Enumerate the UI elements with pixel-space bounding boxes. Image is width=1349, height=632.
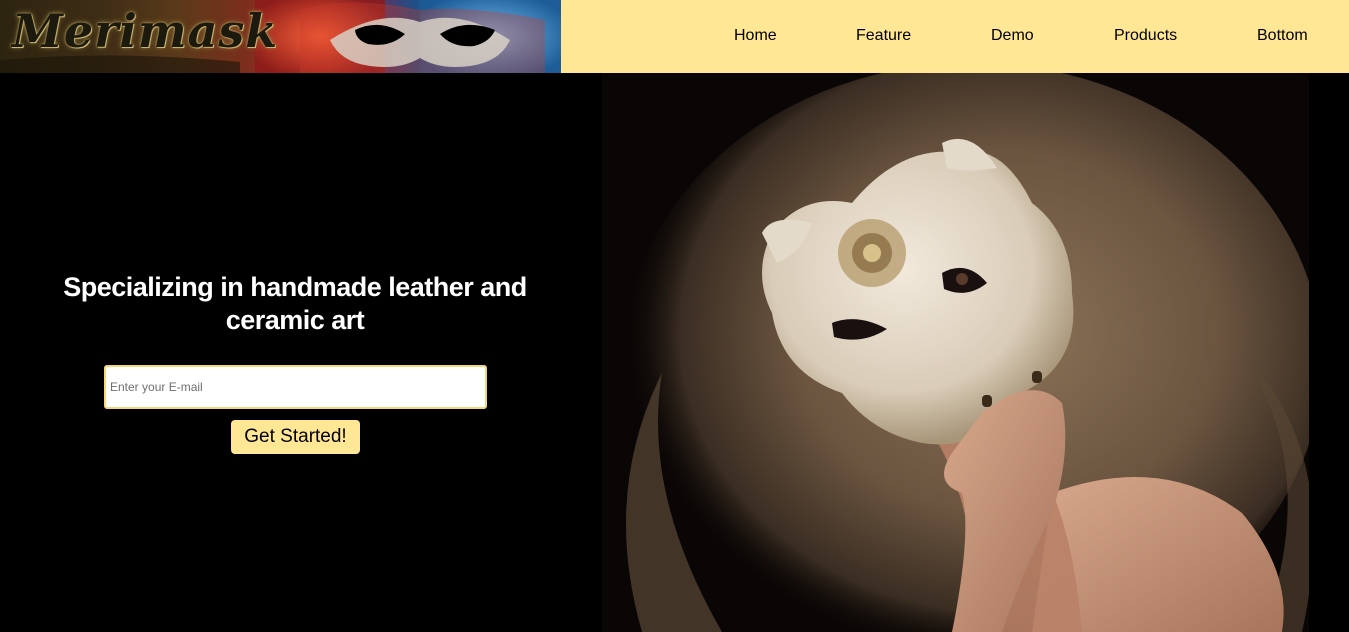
hero-tagline: Specializing in handmade leather and cer… bbox=[63, 272, 527, 335]
site-header: Merimask Home Feature Demo Products Bott… bbox=[0, 0, 1349, 73]
logo-banner[interactable]: Merimask bbox=[0, 0, 561, 73]
nav-feature[interactable]: Feature bbox=[856, 27, 911, 45]
get-started-button[interactable]: Get Started! bbox=[231, 420, 360, 454]
hero-signup-panel: Specializing in handmade leather and cer… bbox=[0, 73, 602, 632]
nav-bottom[interactable]: Bottom bbox=[1257, 27, 1308, 45]
masked-woman-illustration bbox=[602, 73, 1309, 632]
email-input[interactable] bbox=[104, 365, 487, 409]
nav-products[interactable]: Products bbox=[1114, 27, 1177, 45]
right-black-strip bbox=[1309, 73, 1349, 632]
nav-home[interactable]: Home bbox=[734, 27, 777, 45]
nav-demo[interactable]: Demo bbox=[991, 27, 1034, 45]
main-nav: Home Feature Demo Products Bottom bbox=[561, 0, 1349, 73]
logo-text: Merimask bbox=[12, 4, 279, 58]
hero-image-masked-woman bbox=[602, 73, 1309, 632]
